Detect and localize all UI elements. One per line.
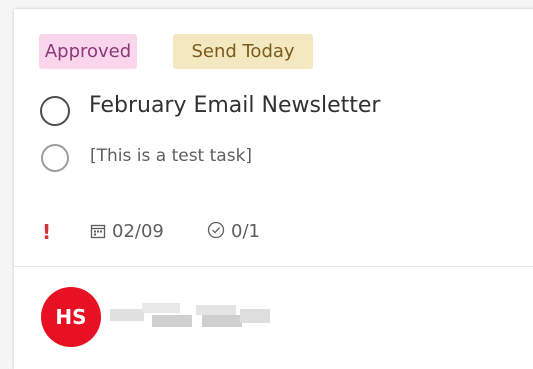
label-send-today[interactable]: Send Today	[173, 34, 313, 69]
task-card[interactable]: Approved Send Today February Email Newsl…	[14, 9, 533, 369]
check-circle-icon	[207, 221, 225, 239]
card-divider	[14, 266, 533, 267]
checklist-item-text[interactable]: [This is a test task]	[90, 146, 252, 166]
label-approved[interactable]: Approved	[39, 34, 137, 69]
task-title[interactable]: February Email Newsletter	[89, 93, 380, 118]
due-date-text: 02/09	[112, 221, 164, 242]
assignee-avatar[interactable]: HS	[41, 287, 101, 347]
assignee-name-redacted	[110, 299, 270, 331]
urgent-exclamation-icon: !	[42, 220, 52, 244]
checklist-progress[interactable]: 0/1	[207, 221, 260, 242]
checklist-item-checkbox[interactable]	[41, 144, 69, 172]
task-complete-checkbox[interactable]	[40, 96, 70, 126]
due-date[interactable]: 02/09	[90, 221, 164, 242]
calendar-icon	[90, 224, 106, 239]
checklist-progress-text: 0/1	[231, 221, 260, 242]
